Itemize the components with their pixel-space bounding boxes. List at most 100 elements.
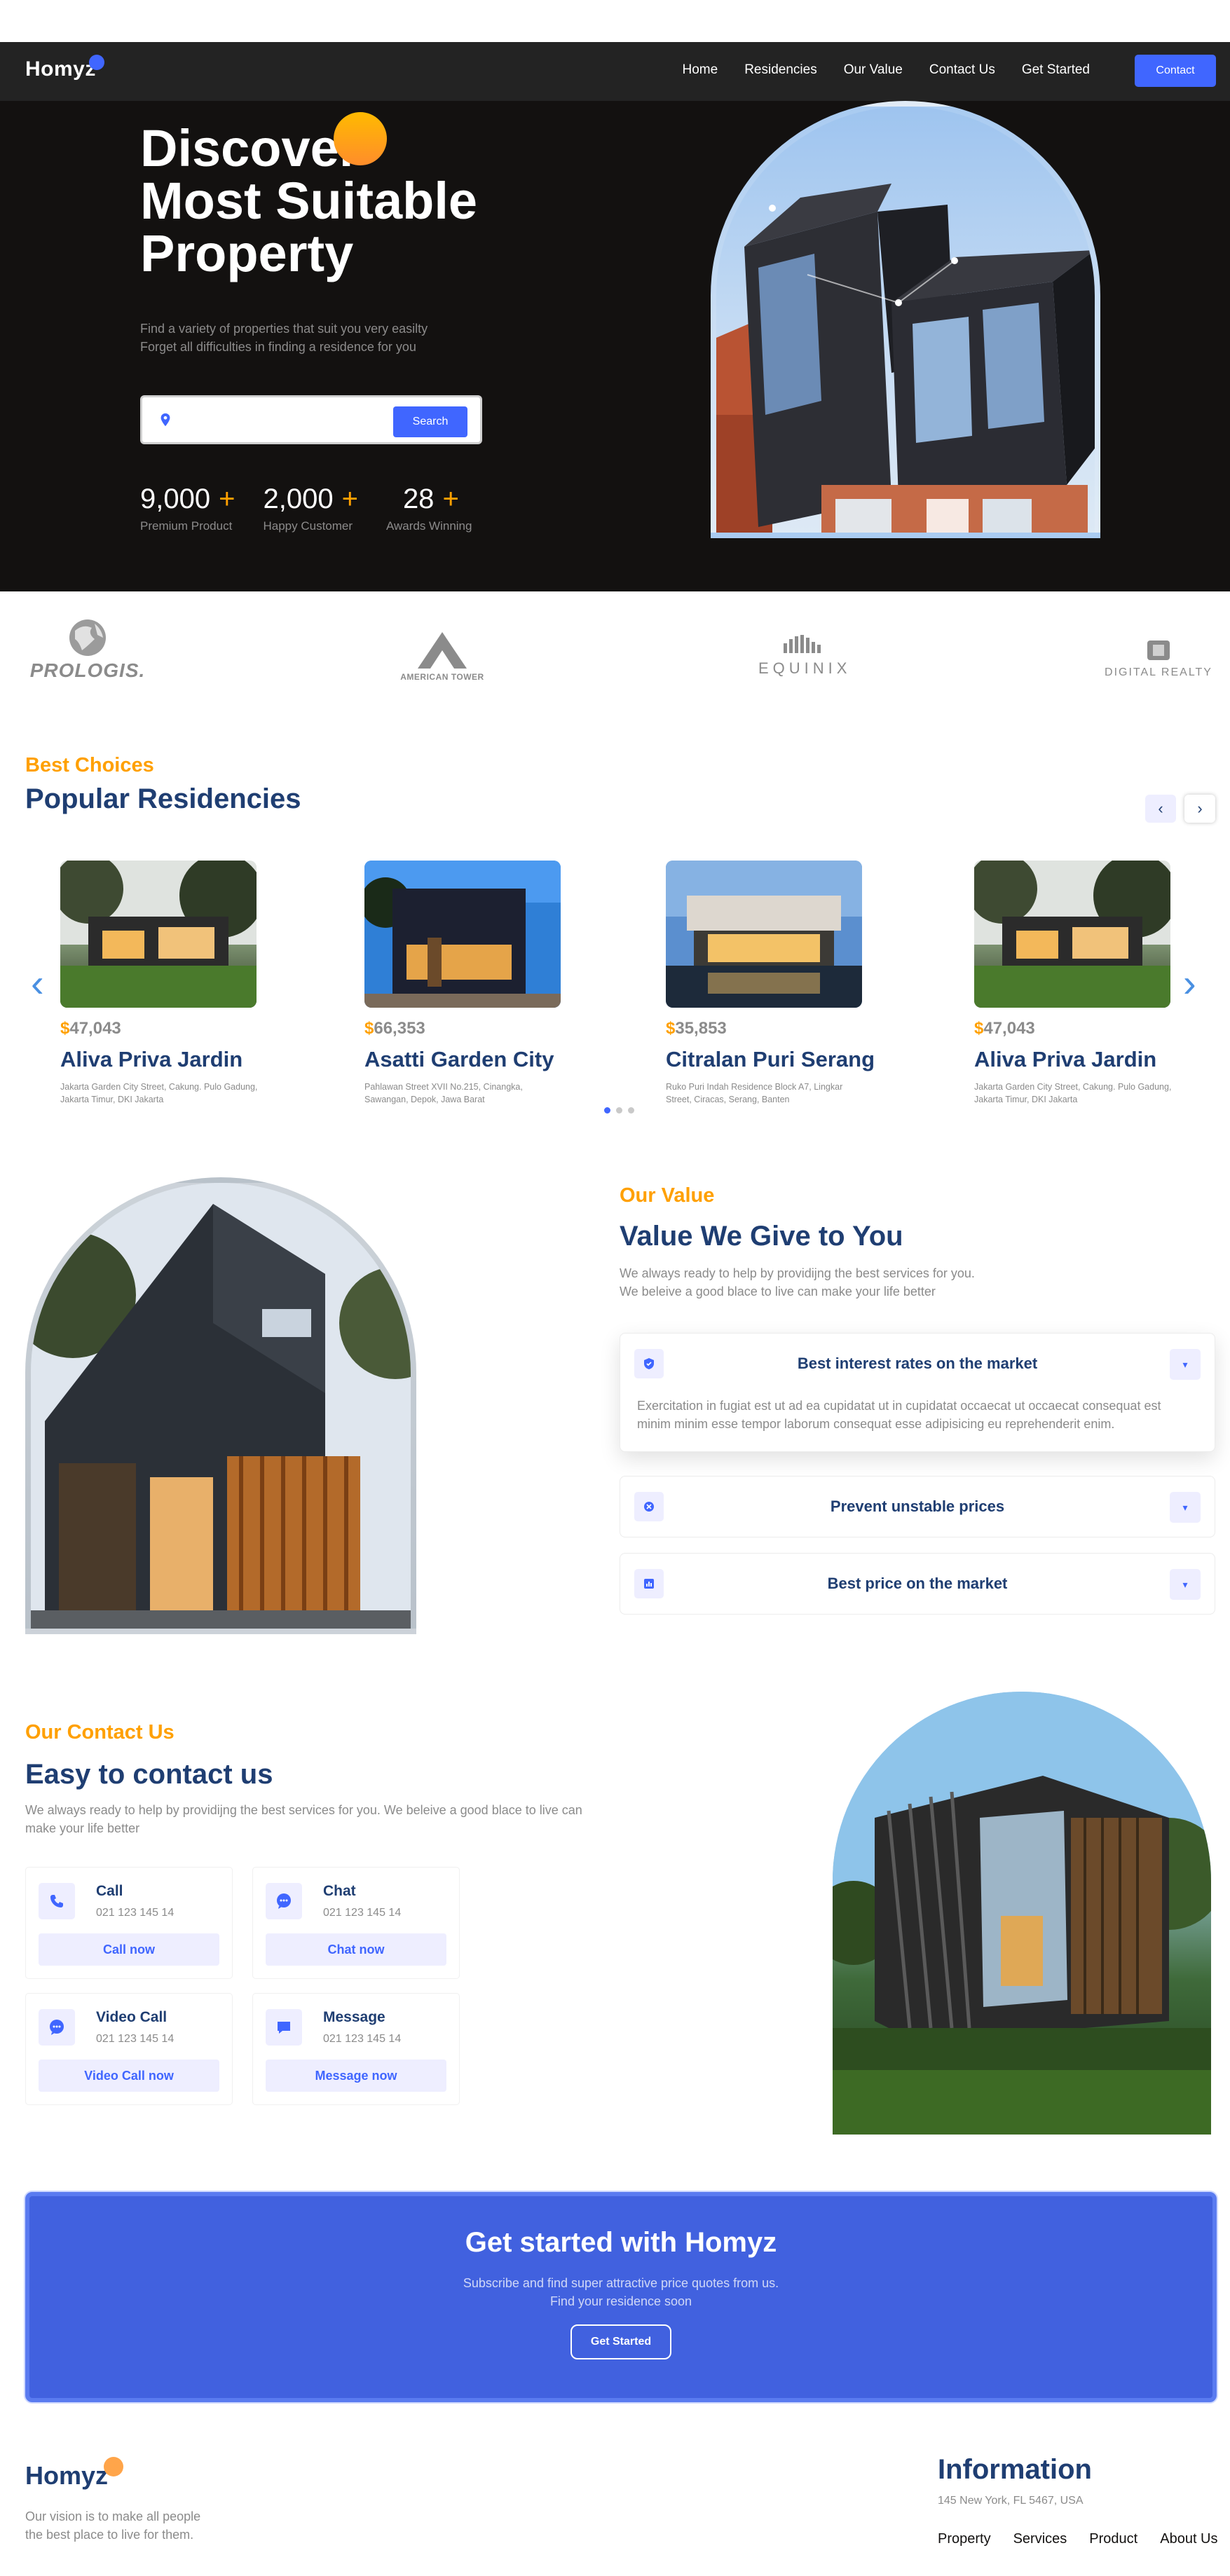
- hero-orange-orb: [334, 112, 387, 165]
- footer-link-property[interactable]: Property: [938, 2531, 991, 2547]
- footer-logo-dot: [104, 2457, 123, 2476]
- search-button[interactable]: Search: [393, 406, 467, 437]
- contact-mode-title: Video Call: [96, 2009, 168, 2025]
- prologis-globe-icon: [69, 619, 106, 656]
- american-tower-icon: [418, 632, 467, 669]
- phone-icon: [39, 1883, 75, 1919]
- residency-price: 47,043: [983, 1019, 1035, 1038]
- currency: $: [974, 1019, 984, 1038]
- accordion-header[interactable]: Best price on the market ▾: [620, 1554, 1215, 1614]
- search-input[interactable]: [184, 409, 374, 431]
- residency-image: [364, 861, 561, 1008]
- contact-mode-title: Call: [96, 1883, 123, 1899]
- residencies-next-button[interactable]: ›: [1184, 795, 1215, 823]
- footer-link-services[interactable]: Services: [1013, 2531, 1067, 2547]
- stat-awards-winning: 28 + Awards Winning: [386, 484, 472, 533]
- cta-subtitle-line: Find your residence soon: [549, 2294, 692, 2308]
- value-subtitle-line: We beleive a good blace to live can make…: [620, 1284, 936, 1299]
- contact-kicker: Our Contact Us: [25, 1721, 175, 1743]
- accordion-item[interactable]: Prevent unstable prices ▾: [620, 1476, 1215, 1537]
- chevron-down-icon[interactable]: ▾: [1170, 1569, 1201, 1600]
- value-title: Value We Give to You: [620, 1221, 903, 1252]
- video-call-now-button[interactable]: Video Call now: [39, 2060, 219, 2092]
- cabin-illustration: [833, 1692, 1211, 2135]
- contact-subtitle-line: make your life better: [25, 1821, 140, 1835]
- contact-mode-message: Message 021 123 145 14 Message now: [252, 1993, 460, 2105]
- value-subtitle-line: We always ready to help by providijng th…: [620, 1266, 975, 1280]
- residencies-title: Popular Residencies: [25, 783, 301, 814]
- residency-name: Asatti Garden City: [364, 1047, 554, 1071]
- message-icon: [266, 2009, 302, 2046]
- contact-image: [833, 1692, 1211, 2135]
- residency-card[interactable]: $47,043 Aliva Priva Jardin Jakarta Garde…: [60, 861, 271, 1106]
- footer-logo[interactable]: Homyz: [25, 2461, 108, 2491]
- carousel-dot[interactable]: [604, 1107, 610, 1114]
- nav-link-our-value[interactable]: Our Value: [844, 62, 903, 78]
- contact-mode-video-call: Video Call 021 123 145 14 Video Call now: [25, 1993, 233, 2105]
- stat-plus: +: [442, 484, 459, 514]
- accordion-title: Prevent unstable prices: [830, 1498, 1005, 1515]
- stat-label: Happy Customer: [263, 519, 353, 533]
- chevron-down-icon[interactable]: ▾: [1170, 1349, 1201, 1380]
- cta-subtitle-line: Subscribe and find super attractive pric…: [463, 2276, 779, 2290]
- building-illustration: [716, 184, 1095, 533]
- hero-title-line: Property: [140, 224, 354, 282]
- stat-label: Awards Winning: [385, 519, 472, 533]
- footer-link-product[interactable]: Product: [1089, 2531, 1137, 2547]
- footer-link-about-us[interactable]: About Us: [1160, 2531, 1217, 2547]
- contact-subtitle-line: We always ready to help by providijng th…: [25, 1803, 582, 1817]
- residency-image: [974, 861, 1170, 1008]
- residencies-prev-button[interactable]: ‹: [1145, 795, 1176, 823]
- brand-equinix: EQUINIX: [758, 635, 847, 678]
- call-now-button[interactable]: Call now: [39, 1933, 219, 1966]
- get-started-button[interactable]: Get Started: [570, 2324, 671, 2359]
- nav-link-home[interactable]: Home: [683, 62, 718, 78]
- hero-section: Discover Most Suitable Property Find a v…: [0, 101, 1230, 591]
- value-subtitle: We always ready to help by providijng th…: [620, 1264, 975, 1301]
- residency-price: 47,043: [69, 1019, 121, 1038]
- logo[interactable]: Homyz: [25, 55, 104, 85]
- cta-subtitle: Subscribe and find super attractive pric…: [29, 2274, 1212, 2310]
- digital-realty-icon: [1147, 640, 1170, 660]
- residency-address: Pahlawan Street XVII No.215, Cinangka, S…: [364, 1082, 523, 1104]
- nav-link-contact-us[interactable]: Contact Us: [929, 62, 995, 78]
- contact-mode-call: Call 021 123 145 14 Call now: [25, 1867, 233, 1979]
- companies-section: PROLOGIS. AMERICAN TOWER EQUINIX DIGITAL…: [0, 591, 1230, 718]
- hero-title-line: Most Suitable: [140, 172, 478, 230]
- carousel-dot[interactable]: [616, 1107, 622, 1114]
- accordion-header[interactable]: Best interest rates on the market ▾: [620, 1334, 1215, 1394]
- residency-card[interactable]: $47,043 Aliva Priva Jardin Jakarta Garde…: [974, 861, 1184, 1106]
- location-pin-icon: [160, 413, 170, 427]
- accordion-header[interactable]: Prevent unstable prices ▾: [620, 1477, 1215, 1537]
- carousel-next-chevron-icon[interactable]: ›: [1183, 960, 1196, 1006]
- footer-address: 145 New York, FL 5467, USA: [938, 2495, 1084, 2507]
- carousel-dot[interactable]: [628, 1107, 634, 1114]
- brand-digital-realty: DIGITAL REALTY: [1100, 638, 1217, 679]
- residency-name: Aliva Priva Jardin: [60, 1047, 243, 1071]
- residency-card[interactable]: $66,353 Asatti Garden City Pahlawan Stre…: [364, 861, 575, 1106]
- message-now-button[interactable]: Message now: [266, 2060, 446, 2092]
- residency-address: Ruko Puri Indah Residence Block A7, Ling…: [666, 1082, 843, 1104]
- residency-image: [666, 861, 862, 1008]
- chat-now-button[interactable]: Chat now: [266, 1933, 446, 1966]
- accordion-item-expanded[interactable]: Best interest rates on the market ▾ Exer…: [620, 1333, 1215, 1452]
- residency-name: Aliva Priva Jardin: [974, 1047, 1157, 1071]
- chevron-down-icon[interactable]: ▾: [1170, 1492, 1201, 1523]
- accordion-body: Exercitation in fugiat est ut ad ea cupi…: [637, 1399, 1161, 1431]
- equinix-icon: [784, 635, 821, 653]
- cta-title: Get started with Homyz: [465, 2227, 777, 2258]
- residency-address: Jakarta Garden City Street, Cakung. Pulo…: [974, 1082, 1172, 1104]
- contact-button[interactable]: Contact: [1135, 55, 1216, 87]
- brand-name: PROLOGIS.: [29, 659, 146, 681]
- chat-bubble-icon: [266, 1883, 302, 1919]
- stat-label: Premium Product: [140, 519, 233, 533]
- logo-text: Homyz: [25, 57, 96, 81]
- brand-name: AMERICAN TOWER: [400, 672, 484, 682]
- stat-premium-product: 9,000 + Premium Product: [140, 484, 235, 533]
- accordion-item[interactable]: Best price on the market ▾: [620, 1553, 1215, 1615]
- carousel-prev-chevron-icon[interactable]: ‹: [31, 960, 44, 1006]
- nav-link-residencies[interactable]: Residencies: [744, 62, 817, 78]
- logo-dot: [88, 55, 104, 70]
- nav-link-get-started[interactable]: Get Started: [1022, 62, 1090, 78]
- residency-card[interactable]: $35,853 Citralan Puri Serang Ruko Puri I…: [666, 861, 876, 1106]
